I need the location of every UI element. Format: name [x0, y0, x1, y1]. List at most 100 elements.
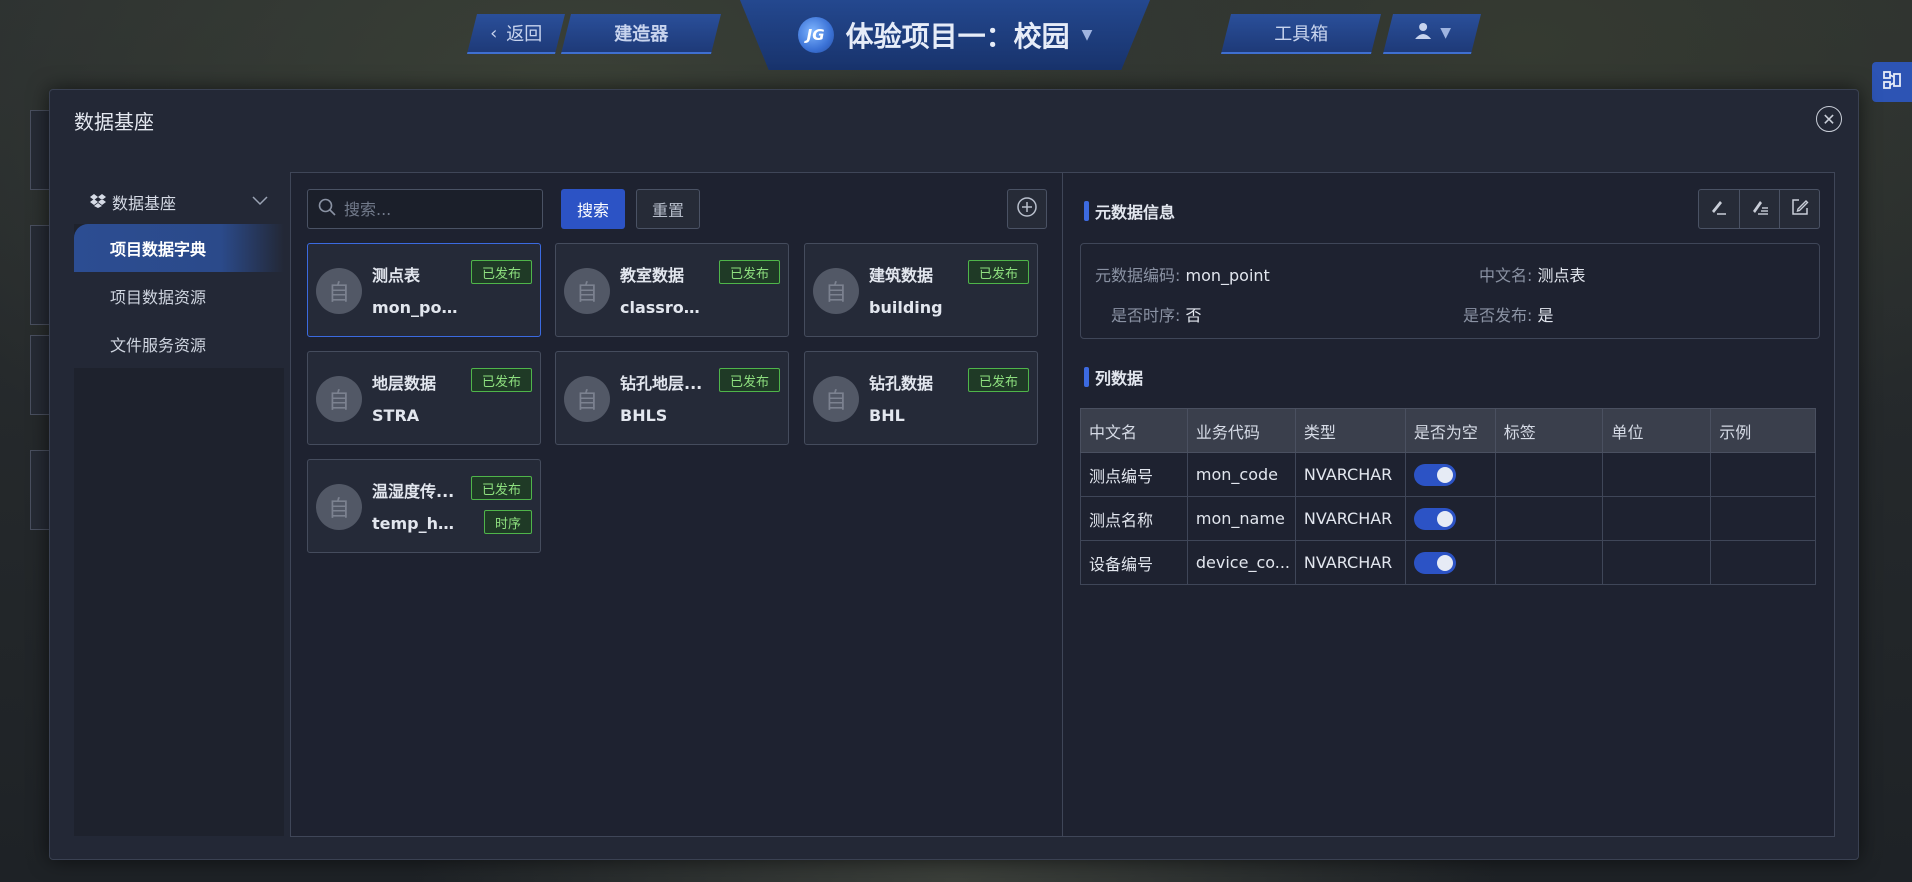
sidebar-item-project-data-dictionary[interactable]: 项目数据字典 — [74, 224, 284, 272]
data-dictionary-card[interactable]: 自测点表 mon_point 已发布 — [307, 243, 541, 337]
top-nav: ‹ 返回 建造器 JG 体验项目一：校园 ▼ 工具箱 ▼ — [0, 0, 1912, 70]
metadata-code-row: 元数据编码: mon_point — [1095, 262, 1270, 286]
card-name: 教室数据 — [620, 266, 685, 285]
card-name: 建筑数据 — [869, 266, 934, 285]
columns-section-header: 列数据 — [1084, 365, 1143, 389]
toolbox-tab[interactable]: 工具箱 — [1221, 14, 1381, 54]
edit-button[interactable] — [1699, 190, 1739, 228]
card-avatar: 自 — [316, 484, 362, 530]
timeseries-row: 是否时序: 否 — [1111, 302, 1202, 326]
reset-button[interactable]: 重置 — [636, 189, 700, 229]
table-cell-unit — [1602, 540, 1712, 585]
search-button[interactable]: 搜索 — [561, 189, 625, 229]
card-name: 温湿度传... — [372, 482, 455, 501]
metadata-section-title: 元数据信息 — [1095, 203, 1176, 222]
published-row: 是否发布: 是 — [1463, 302, 1554, 326]
card-name: 测点表 — [372, 266, 421, 285]
table-cell-example — [1710, 452, 1816, 497]
table-cell-example — [1710, 540, 1816, 585]
table-cell-cn: 测点编号 — [1080, 452, 1188, 497]
card-avatar: 自 — [316, 268, 362, 314]
nullable-toggle[interactable] — [1413, 507, 1456, 530]
sidebar-empty-area — [74, 368, 284, 836]
user-menu-button[interactable]: ▼ — [1383, 14, 1481, 54]
edit-square-icon — [1790, 197, 1810, 221]
column-header: 单位 — [1602, 408, 1712, 453]
nullable-cell — [1404, 496, 1496, 541]
card-avatar: 自 — [316, 376, 362, 422]
data-dictionary-card[interactable]: 自钻孔数据 BHL 已发布 — [804, 351, 1038, 445]
search-field[interactable] — [307, 189, 543, 229]
table-cell-type: NVARCHAR — [1294, 540, 1406, 585]
chevron-left-icon: ‹ — [490, 22, 498, 44]
card-code: building — [869, 298, 943, 317]
table-row[interactable]: 设备编号 device_co... NVARCHAR — [1080, 540, 1816, 585]
close-button[interactable]: ✕ — [1816, 106, 1842, 132]
content-panel: 搜索 重置 自测点表mon_point已发布自教室数据classroom已发布自… — [290, 172, 1835, 837]
sidebar-item-file-service-resources[interactable]: 文件服务资源 — [74, 320, 284, 368]
table-cell-code: device_co... — [1186, 540, 1296, 585]
layout-icon — [1881, 69, 1903, 95]
edit-box-button[interactable] — [1779, 190, 1819, 228]
card-code: BHLS — [620, 406, 668, 425]
table-cell-code: mon_name — [1186, 496, 1296, 541]
search-input[interactable] — [344, 199, 534, 219]
table-row[interactable]: 测点编号 mon_code NVARCHAR — [1080, 452, 1816, 497]
metadata-info-box: 元数据编码: mon_point 中文名: 测点表 是否时序: 否 是否发布: … — [1080, 243, 1820, 339]
card-avatar: 自 — [564, 376, 610, 422]
dropbox-icon — [90, 193, 106, 212]
published-badge: 已发布 — [967, 260, 1029, 284]
column-header: 标签 — [1494, 408, 1604, 453]
card-avatar: 自 — [813, 376, 859, 422]
sidebar-item-label: 项目数据字典 — [110, 240, 207, 259]
search-icon — [318, 198, 336, 220]
table-cell-tag — [1494, 540, 1604, 585]
table-cell-unit — [1602, 496, 1712, 541]
published-badge: 已发布 — [718, 368, 780, 392]
table-cell-example — [1710, 496, 1816, 541]
add-button[interactable] — [1007, 189, 1047, 229]
modal-title: 数据基座 — [74, 110, 154, 134]
back-button[interactable]: ‹ 返回 — [467, 14, 565, 54]
metadata-code-label: 元数据编码: — [1095, 266, 1181, 285]
edit-list-button[interactable] — [1739, 190, 1779, 228]
toolbox-label: 工具箱 — [1274, 24, 1329, 45]
cn-name-value: 测点表 — [1537, 266, 1586, 285]
nullable-cell — [1404, 452, 1496, 497]
table-row[interactable]: 测点名称 mon_name NVARCHAR — [1080, 496, 1816, 541]
user-icon — [1414, 22, 1432, 45]
column-header: 中文名 — [1080, 408, 1188, 453]
sidebar-group-header[interactable]: 数据基座 — [74, 180, 284, 224]
data-dictionary-card[interactable]: 自钻孔地层... BHLS 已发布 — [555, 351, 789, 445]
pen-icon — [1709, 197, 1729, 221]
data-dictionary-card[interactable]: 自教室数据 classroom 已发布 — [555, 243, 789, 337]
data-dictionary-card[interactable]: 自温湿度传... temp_hu... 已发布 时序 — [307, 459, 541, 553]
back-label: 返回 — [505, 24, 542, 45]
dictionary-list-pane: 搜索 重置 自测点表mon_point已发布自教室数据classroom已发布自… — [291, 173, 1063, 836]
nullable-toggle[interactable] — [1413, 463, 1456, 486]
data-dictionary-card[interactable]: 自地层数据 STRA 已发布 — [307, 351, 541, 445]
column-header: 是否为空 — [1404, 408, 1496, 453]
project-title-bar[interactable]: JG 体验项目一：校园 ▼ — [740, 0, 1150, 70]
background-panel — [30, 225, 50, 325]
builder-tab[interactable]: 建造器 — [561, 14, 721, 54]
table-cell-cn: 设备编号 — [1080, 540, 1188, 585]
sidebar-item-label: 项目数据资源 — [110, 288, 207, 307]
timeseries-label: 是否时序: — [1111, 306, 1181, 325]
close-icon: ✕ — [1822, 109, 1836, 129]
table-cell-tag — [1494, 452, 1604, 497]
table-cell-cn: 测点名称 — [1080, 496, 1188, 541]
metadata-code-value: mon_point — [1185, 266, 1270, 285]
caret-down-icon: ▼ — [1081, 27, 1093, 43]
detail-pane: 元数据信息 元数据编码: mon_point 中文名: 测点表 是否时序: 否 … — [1064, 173, 1836, 836]
layout-toggle-button[interactable] — [1872, 62, 1912, 102]
builder-label: 建造器 — [614, 24, 669, 45]
plus-circle-icon — [1016, 196, 1038, 222]
column-header: 类型 — [1294, 408, 1406, 453]
data-dictionary-card[interactable]: 自建筑数据 building 已发布 — [804, 243, 1038, 337]
sidebar-item-project-data-resources[interactable]: 项目数据资源 — [74, 272, 284, 320]
sidebar: 数据基座 项目数据字典 项目数据资源 文件服务资源 — [74, 180, 284, 836]
nullable-toggle[interactable] — [1413, 551, 1456, 574]
card-name: 钻孔数据 — [869, 374, 934, 393]
card-code: classroom — [620, 298, 710, 317]
